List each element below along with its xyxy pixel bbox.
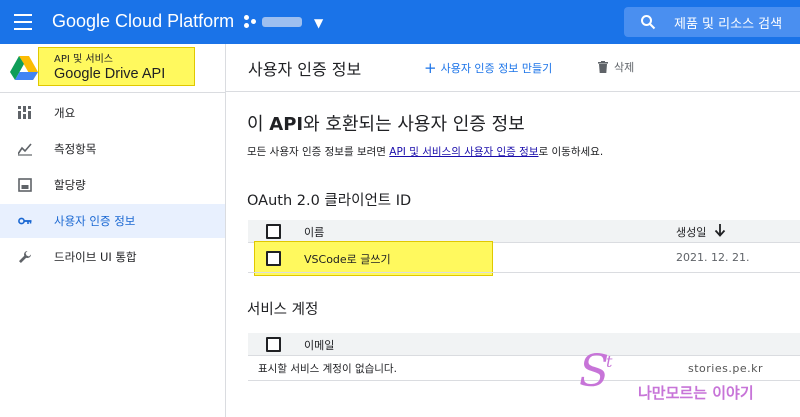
google-drive-logo	[10, 56, 38, 80]
project-selector[interactable]: ▼	[244, 12, 330, 32]
desc-post: 로 이동하세요.	[538, 146, 604, 158]
sidebar-item-credentials[interactable]: 사용자 인증 정보	[0, 204, 225, 238]
sidebar-item-metrics[interactable]: 측정항목	[0, 132, 225, 166]
api-name: Google Drive API	[54, 66, 166, 82]
create-credentials-button[interactable]: + 사용자 인증 정보 만들기	[424, 59, 552, 77]
row-checkbox[interactable]	[266, 251, 281, 266]
project-dots-icon	[244, 15, 258, 29]
service-table-header: 이메일	[248, 333, 800, 356]
create-credentials-label: 사용자 인증 정보 만들기	[440, 62, 553, 75]
wrench-icon	[19, 251, 31, 263]
metrics-icon	[18, 143, 32, 156]
api-header: API 및 서비스 Google Drive API	[0, 44, 225, 93]
delete-button[interactable]: 삭제	[598, 59, 634, 75]
heading-post: 와 호환되는 사용자 인증 정보	[303, 114, 525, 135]
search-bar[interactable]: 제품 및 리소스 검색	[624, 7, 800, 37]
empty-message: 표시할 서비스 계정이 없습니다.	[258, 363, 397, 375]
page-header: 사용자 인증 정보 + 사용자 인증 정보 만들기 삭제	[226, 44, 800, 92]
dashboard-icon	[18, 106, 31, 119]
brand-title[interactable]: Google Cloud Platform	[52, 11, 234, 32]
table-row[interactable]: VSCode로 글쓰기 2021. 12. 21.	[248, 244, 800, 273]
column-name[interactable]: 이름	[304, 224, 324, 240]
quota-icon	[18, 178, 32, 192]
client-name[interactable]: VSCode로 글쓰기	[304, 251, 391, 267]
key-icon	[18, 217, 32, 225]
caret-down-icon: ▼	[314, 16, 324, 30]
delete-label: 삭제	[614, 61, 635, 74]
trash-icon	[598, 61, 608, 73]
section-description: 모든 사용자 인증 정보를 보려면 API 및 서비스의 사용자 인증 정보로 …	[247, 144, 603, 159]
select-all-checkbox[interactable]	[266, 224, 281, 239]
sidebar-item-drive-ui[interactable]: 드라이브 UI 통합	[0, 240, 225, 274]
heading-pre: 이	[247, 114, 270, 135]
sidebar-item-label: 드라이브 UI 통합	[54, 250, 137, 264]
column-date[interactable]: 생성일	[676, 224, 706, 240]
watermark-logo: S	[579, 346, 610, 397]
sidebar-item-label: 개요	[54, 106, 76, 120]
section-heading: 이 API와 호환되는 사용자 인증 정보	[247, 110, 525, 136]
column-email[interactable]: 이메일	[304, 337, 334, 353]
service-section-title: 서비스 계정	[247, 302, 319, 318]
credentials-link[interactable]: API 및 서비스의 사용자 인증 정보	[389, 146, 538, 158]
sidebar-item-label: 할당량	[54, 178, 86, 192]
sidebar-item-overview[interactable]: 개요	[0, 96, 225, 130]
search-placeholder: 제품 및 리소스 검색	[674, 17, 783, 32]
arrow-down-icon[interactable]	[714, 224, 726, 237]
top-app-bar: Google Cloud Platform ▼ 제품 및 리소스 검색	[0, 0, 800, 44]
watermark-logo-sup: t	[606, 352, 613, 371]
sidebar: API 및 서비스 Google Drive API 개요 측정항목 할당량 사…	[0, 44, 226, 417]
page-title: 사용자 인증 정보	[248, 60, 362, 79]
hamburger-menu-icon[interactable]	[14, 14, 32, 30]
sidebar-item-quota[interactable]: 할당량	[0, 168, 225, 202]
sidebar-item-label: 사용자 인증 정보	[54, 214, 136, 228]
search-icon	[641, 15, 656, 30]
oauth-section-title: OAuth 2.0 클라이언트 ID	[247, 193, 412, 209]
oauth-table-header: 이름 생성일	[248, 220, 800, 243]
select-all-checkbox[interactable]	[266, 337, 281, 352]
plus-icon: +	[424, 59, 437, 77]
sidebar-item-label: 측정항목	[54, 142, 97, 156]
watermark-url: stories.pe.kr	[688, 362, 763, 375]
heading-bold: API	[269, 114, 304, 135]
client-date: 2021. 12. 21.	[676, 251, 750, 264]
api-kicker: API 및 서비스	[54, 54, 113, 65]
desc-pre: 모든 사용자 인증 정보를 보려면	[247, 146, 390, 158]
project-name-redacted	[262, 17, 302, 27]
watermark-text: 나만모르는 이야기	[638, 384, 754, 402]
